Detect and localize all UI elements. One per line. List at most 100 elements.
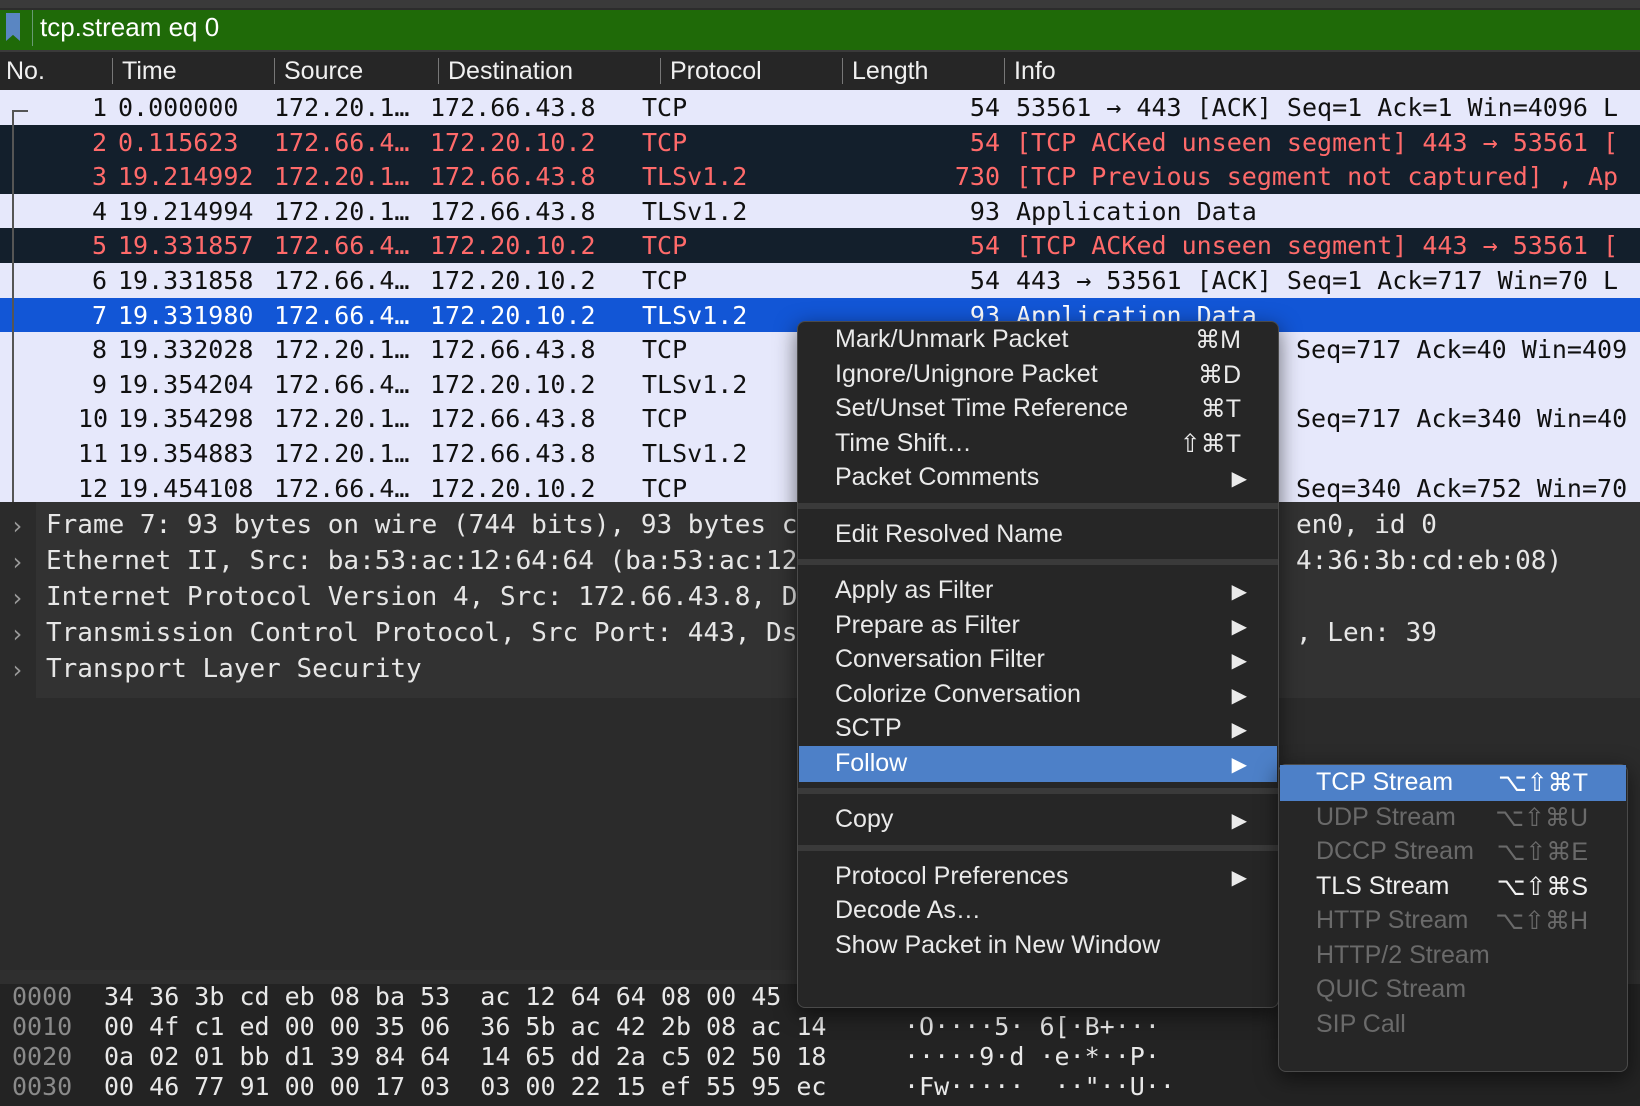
packet-source: 172.66.4… (274, 266, 410, 295)
column-separator[interactable] (1004, 58, 1005, 84)
menu-item-label: Packet Comments (835, 463, 1040, 491)
detail-tree-item[interactable]: Ethernet II, Src: ba:53:ac:12:64:64 (ba:… (46, 546, 797, 582)
menu-item-mark-unmark-packet[interactable]: Mark/Unmark Packet ⌘M (799, 322, 1277, 358)
hex-offset: 0000 (12, 982, 73, 1011)
packet-no: 1 (92, 93, 108, 122)
hex-ascii[interactable]: ·····9·d ·e·*··P· (904, 1042, 1160, 1072)
column-separator[interactable] (438, 58, 439, 84)
menu-item-prepare-as-filter[interactable]: Prepare as Filter ▶ (799, 608, 1277, 644)
packet-destination: 172.66.43.8 (430, 196, 596, 226)
menu-item-follow[interactable]: Follow ▶ (799, 745, 1277, 782)
packet-source: 172.20.1… (274, 439, 410, 468)
packet-no: 9 (92, 369, 108, 399)
packet-protocol: TLSv1.2 (642, 300, 748, 330)
column-header-source[interactable]: Source (284, 57, 363, 86)
hex-ascii[interactable]: ·O····5· 6[·B+··· (904, 1012, 1160, 1042)
menu-item-sctp[interactable]: SCTP ▶ (799, 711, 1277, 747)
detail-tree-item[interactable]: Transmission Control Protocol, Src Port:… (46, 618, 797, 654)
packet-row[interactable]: 4 19.214994 172.20.1… 172.66.43.8 TLSv1.2 93 A… (0, 193, 1640, 230)
expand-chevron-icon[interactable]: › (10, 584, 24, 612)
expand-chevron-icon[interactable]: › (10, 656, 24, 684)
follow-tls-stream[interactable]: TLS Stream ⌥⇧⌘S (1280, 869, 1626, 905)
column-separator[interactable] (660, 58, 661, 84)
hex-bytes[interactable]: 00 46 77 91 00 00 17 03 03 00 22 15 ef 5… (104, 1072, 826, 1102)
column-separator[interactable] (842, 58, 843, 84)
packet-row[interactable]: 3 19.214992 172.20.1… 172.66.43.8 TLSv1.2 730… (0, 159, 1640, 196)
packet-no: 10 (78, 404, 109, 434)
menu-item-set-unset-time-reference[interactable]: Set/Unset Time Reference ⌘T (799, 391, 1277, 427)
packet-list-header: No. Time Source Destination Protocol Len… (0, 52, 1640, 90)
packet-source: 172.66.4… (274, 300, 410, 330)
column-header-length[interactable]: Length (852, 57, 928, 86)
menu-item-ignore-unignore-packet[interactable]: Ignore/Unignore Packet ⌘D (799, 357, 1277, 393)
menu-separator (798, 559, 1278, 565)
column-header-time[interactable]: Time (122, 57, 177, 86)
hex-bytes[interactable]: 00 4f c1 ed 00 00 35 06 36 5b ac 42 2b 0… (104, 1012, 826, 1042)
hex-bytes[interactable]: 34 36 3b cd eb 08 ba 53 ac 12 64 64 08 0… (104, 982, 826, 1012)
packet-source: 172.66.4… (274, 369, 410, 399)
packet-source: 172.66.4… (274, 127, 410, 157)
packet-row[interactable]: 2 0.115623 172.66.4… 172.20.10.2 TCP 54 [TCP A… (0, 124, 1640, 161)
expand-chevron-icon[interactable]: › (10, 548, 24, 576)
submenu-item-shortcut: ⌥⇧⌘U (1495, 803, 1588, 832)
filter-divider (32, 10, 33, 46)
menu-item-colorize-conversation[interactable]: Colorize Conversation ▶ (799, 677, 1277, 713)
menu-item-label: Time Shift… (835, 428, 972, 457)
packet-info: [TCP ACKed unseen segment] 443 → 53561 [ (1016, 231, 1619, 261)
packet-protocol: TCP (642, 127, 688, 157)
column-separator[interactable] (274, 58, 275, 84)
menu-item-show-packet-in-new-window[interactable]: Show Packet in New Window (799, 928, 1277, 964)
menu-item-decode-as[interactable]: Decode As… (799, 893, 1277, 929)
packet-destination: 172.66.43.8 (430, 404, 596, 434)
follow-http-stream: HTTP Stream ⌥⇧⌘H (1280, 903, 1626, 939)
packet-protocol: TLSv1.2 (642, 196, 748, 226)
menu-item-apply-as-filter[interactable]: Apply as Filter ▶ (799, 573, 1277, 609)
packet-time: 19.331858 (118, 266, 254, 295)
hex-offset: 0030 (12, 1072, 73, 1101)
menu-item-packet-comments[interactable]: Packet Comments ▶ (799, 460, 1277, 496)
column-separator[interactable] (112, 58, 113, 84)
submenu-item-label: UDP Stream (1316, 802, 1456, 831)
column-header-destination[interactable]: Destination (448, 57, 573, 86)
display-filter-input[interactable]: tcp.stream eq 0 (40, 12, 219, 43)
menu-item-copy[interactable]: Copy ▶ (799, 802, 1277, 838)
menu-item-label: Protocol Preferences (835, 861, 1069, 890)
packet-source: 172.20.1… (274, 404, 410, 434)
packet-info: Seq=340 Ack=752 Win=70 (1296, 473, 1628, 502)
packet-destination: 172.20.10.2 (430, 231, 596, 261)
menu-item-label: Prepare as Filter (835, 610, 1020, 639)
menu-item-conversation-filter[interactable]: Conversation Filter ▶ (799, 642, 1277, 678)
packet-info: Seq=717 Ack=340 Win=40 (1296, 404, 1628, 434)
hex-bytes[interactable]: 0a 02 01 bb d1 39 84 64 14 65 dd 2a c5 0… (104, 1042, 826, 1072)
detail-tree-item[interactable]: Transport Layer Security (46, 654, 422, 690)
menu-item-edit-resolved-name[interactable]: Edit Resolved Name (799, 517, 1277, 553)
packet-row[interactable]: 1 0.000000 172.20.1… 172.66.43.8 TCP 54 53561 … (0, 90, 1640, 126)
packet-row[interactable]: 6 19.331858 172.66.4… 172.20.10.2 TCP 54 443 →… (0, 263, 1640, 299)
display-filter-bar: tcp.stream eq 0 (0, 0, 1640, 52)
submenu-item-label: HTTP/2 Stream (1316, 940, 1490, 969)
packet-destination: 172.20.10.2 (430, 127, 596, 157)
packet-no: 5 (92, 231, 108, 261)
submenu-item-shortcut: ⌥⇧⌘H (1495, 907, 1588, 935)
menu-item-label: SCTP (835, 714, 902, 742)
packet-time: 19.354298 (118, 404, 254, 434)
packet-row[interactable]: 5 19.331857 172.66.4… 172.20.10.2 TCP 54 [TCP … (0, 228, 1640, 265)
follow-tcp-stream[interactable]: TCP Stream ⌥⇧⌘T (1280, 765, 1626, 801)
expand-chevron-icon[interactable]: › (10, 620, 24, 648)
packet-destination: 172.66.43.8 (430, 93, 596, 122)
column-header-no[interactable]: No. (6, 57, 45, 86)
packet-protocol: TCP (642, 231, 688, 261)
detail-tree-item-tail: , Len: 39 (1296, 618, 1437, 648)
hex-ascii[interactable]: ·Fw····· ··"··U·· (904, 1072, 1175, 1102)
packet-info: Seq=717 Ack=40 Win=409 (1296, 335, 1628, 365)
menu-item-time-shift[interactable]: Time Shift… ⇧⌘T (799, 426, 1277, 462)
column-header-info[interactable]: Info (1014, 57, 1056, 86)
expand-chevron-icon[interactable]: › (10, 512, 24, 540)
detail-tree-item[interactable]: Frame 7: 93 bytes on wire (744 bits), 93… (46, 510, 797, 546)
packet-no: 6 (92, 266, 108, 295)
menu-item-label: Colorize Conversation (835, 679, 1081, 708)
detail-tree-item[interactable]: Internet Protocol Version 4, Src: 172.66… (46, 582, 797, 618)
packet-source: 172.66.4… (274, 231, 410, 261)
menu-item-protocol-preferences[interactable]: Protocol Preferences ▶ (799, 859, 1277, 895)
column-header-protocol[interactable]: Protocol (670, 57, 762, 86)
